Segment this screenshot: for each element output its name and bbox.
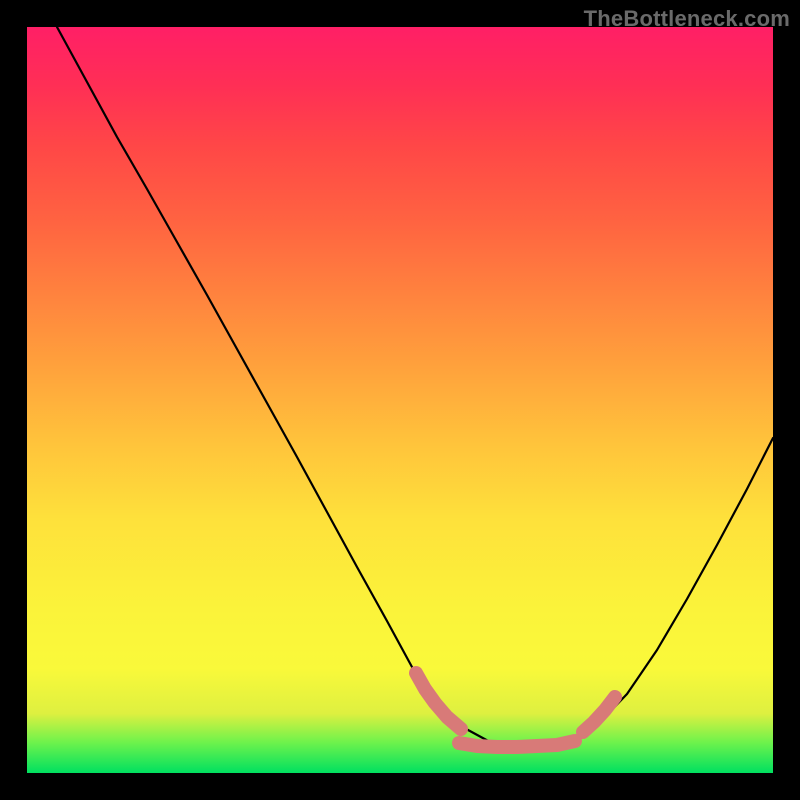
bottleneck-curve	[57, 27, 773, 747]
chart-frame: TheBottleneck.com	[0, 0, 800, 800]
highlight-flat-bottom	[459, 741, 575, 747]
highlight-left-knee	[416, 673, 461, 729]
highlight-right-knee	[583, 697, 615, 732]
attribution-watermark: TheBottleneck.com	[584, 6, 790, 32]
chart-svg	[27, 27, 773, 773]
plot-area	[27, 27, 773, 773]
